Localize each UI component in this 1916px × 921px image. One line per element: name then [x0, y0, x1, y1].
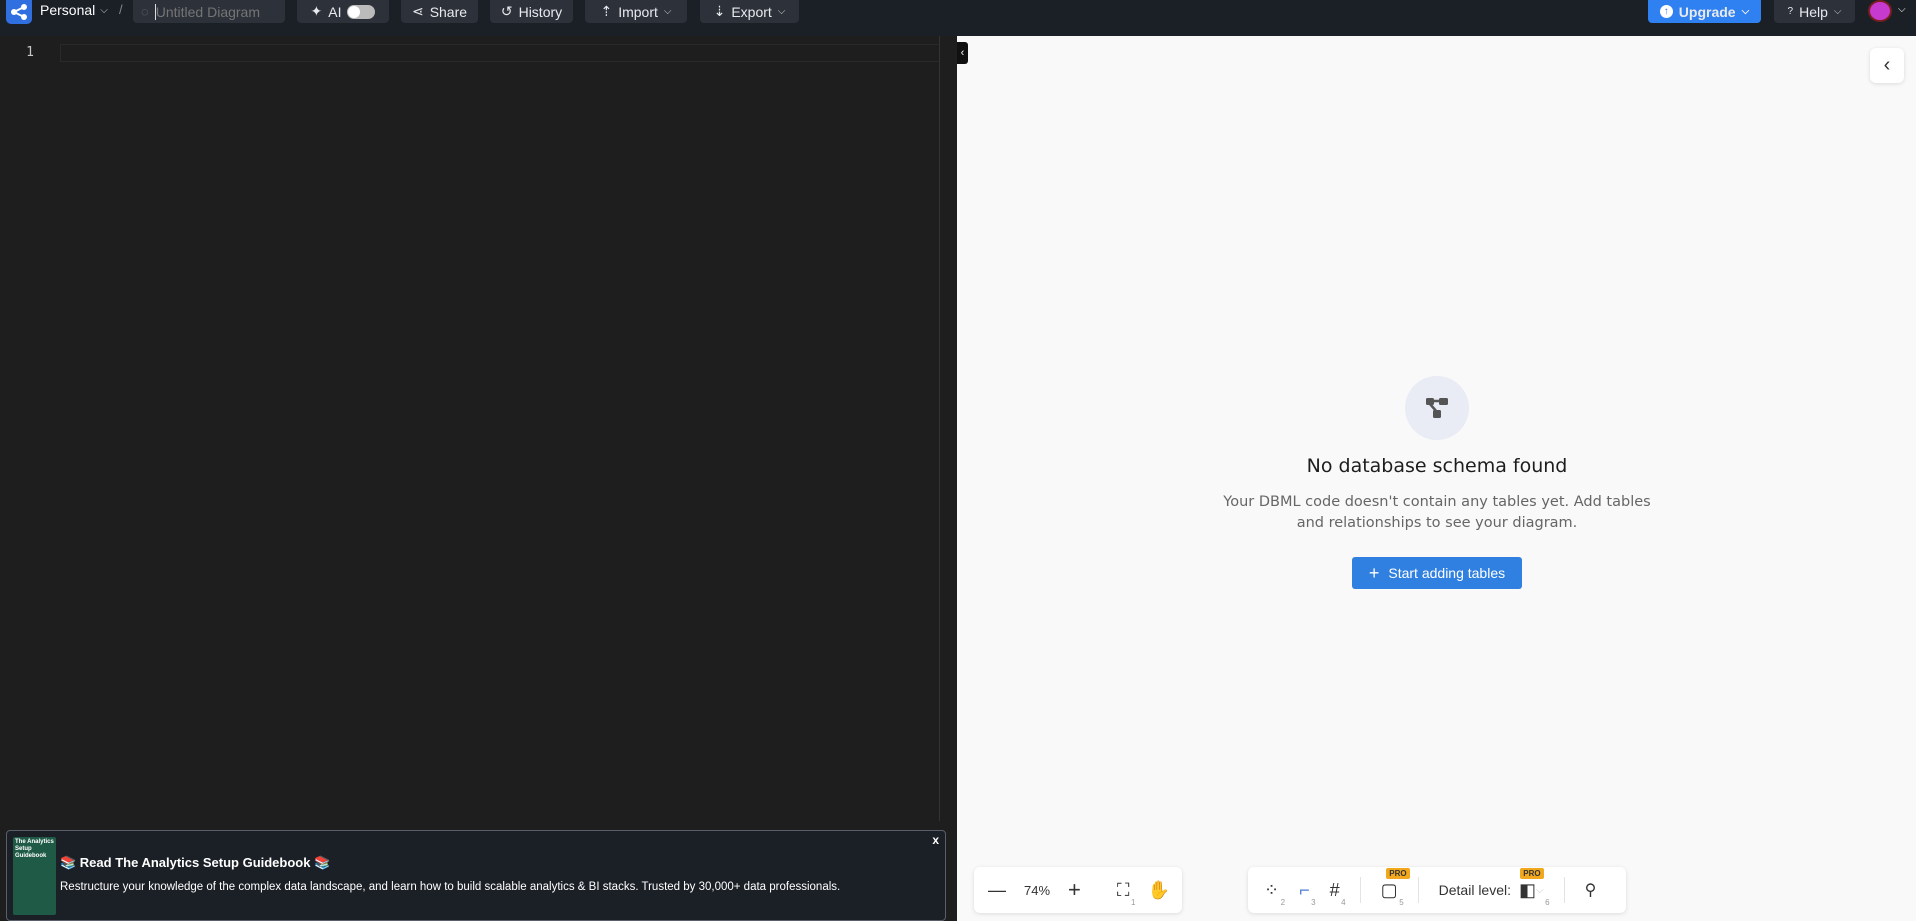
pan-hand-button[interactable]: ✋ [1148, 880, 1170, 901]
question-icon: ? [1787, 6, 1794, 17]
workspace-selector[interactable]: Personal ⌵ [40, 2, 108, 18]
help-button[interactable]: ? Help ⌵ [1774, 0, 1855, 23]
divider [1417, 877, 1419, 903]
divider [1359, 877, 1361, 903]
workspace-label: Personal [40, 2, 96, 18]
share-label: Share [429, 3, 468, 20]
pro-badge: PRO [1386, 867, 1410, 879]
chevron-down-icon[interactable]: ⌵ [1898, 4, 1906, 15]
nodes-icon: ⁘ [1264, 879, 1280, 900]
divider [1563, 877, 1565, 903]
fit-view-icon: ⛶ [1116, 879, 1130, 900]
zoom-in-button[interactable]: + [1068, 877, 1081, 903]
close-banner-button[interactable]: x [932, 833, 939, 847]
export-label: Export [731, 3, 772, 20]
start-adding-tables-button[interactable]: + Start adding tables [1352, 557, 1522, 589]
detail-level-dropdown[interactable]: ◧ ⌵ PRO 6 [1519, 867, 1550, 907]
upgrade-label: Upgrade [1678, 3, 1736, 20]
pro-badge: PRO [1520, 867, 1544, 879]
grid-button[interactable]: #4 [1329, 879, 1346, 907]
upload-icon: ⇡ [600, 3, 613, 19]
breadcrumb-separator: / [119, 2, 123, 17]
collapse-editor-handle[interactable]: ‹ [957, 42, 968, 64]
chevron-down-icon: ⌵ [100, 4, 108, 16]
empty-state-description: Your DBML code doesn't contain any table… [1223, 494, 1651, 531]
shortcut-hint: 3 [1311, 897, 1316, 907]
chevron-down-icon: ⌵ [777, 6, 786, 17]
banner-title[interactable]: 📚 Read The Analytics Setup Guidebook 📚 [60, 855, 330, 871]
editor-line: 1 [0, 44, 940, 62]
ai-label: AI [328, 3, 342, 20]
line-number: 1 [26, 45, 34, 60]
import-button[interactable]: ⇡ Import ⌵ [585, 0, 687, 23]
diagram-name-field[interactable]: ◌ [133, 0, 285, 23]
import-label: Import [618, 3, 658, 20]
toggle-right-panel-button[interactable]: ‹ [1870, 48, 1904, 83]
plus-icon: + [1368, 562, 1380, 583]
hash-icon: # [1329, 879, 1340, 900]
shortcut-hint: 5 [1399, 897, 1404, 907]
top-bar: Personal ⌵ / ◌ ✦ AI ⋖ Share ↺ History ⇡ Impor… [0, 0, 1916, 36]
history-label: History [518, 3, 563, 20]
app-logo[interactable] [6, 0, 32, 24]
schema-icon [1405, 376, 1469, 440]
shortcut-hint: 6 [1545, 897, 1550, 907]
table-layout-icon: ◧ [1519, 879, 1537, 900]
view-toolbar: ⁘ 2 ⌐ 3 #4 ▢ PRO 5 Detail level: ◧ ⌵ PRO 6 ⚲ [1248, 867, 1626, 913]
ad-banner[interactable]: The Analytics Setup Guidebook 📚 Read The… [6, 830, 946, 921]
shortcut-hint: 1 [1131, 897, 1136, 907]
chevron-down-icon: ⌵ [1536, 884, 1544, 896]
diagram-canvas[interactable] [957, 36, 1916, 921]
ai-toggle[interactable]: ✦ AI [297, 0, 389, 23]
fit-view-button[interactable]: ⛶ 1 [1116, 879, 1136, 907]
start-adding-tables-label: Start adding tables [1388, 565, 1506, 581]
guidebook-thumbnail: The Analytics Setup Guidebook [13, 837, 56, 915]
relationship-lines-button[interactable]: ⌐ 3 [1299, 879, 1316, 907]
history-button[interactable]: ↺ History [490, 0, 573, 23]
shortcut-hint: 2 [1280, 897, 1286, 907]
chevron-down-icon: ⌵ [663, 6, 672, 17]
user-avatar[interactable] [1868, 0, 1892, 22]
share-nodes-icon [11, 4, 27, 20]
diagram-name-input[interactable] [154, 3, 270, 20]
banner-description: Restructure your knowledge of the comple… [60, 881, 841, 893]
sparkle-icon: ✦ [310, 3, 323, 19]
history-icon: ↺ [500, 3, 513, 19]
search-button[interactable]: ⚲ [1585, 880, 1597, 900]
upgrade-button[interactable]: ↑ Upgrade ⌵ [1648, 0, 1761, 23]
share-button[interactable]: ⋖ Share [401, 0, 478, 23]
loading-spinner-icon: ◌ [141, 4, 149, 19]
connector-icon: ⌐ [1299, 879, 1310, 900]
share-icon: ⋖ [411, 3, 424, 19]
auto-arrange-button[interactable]: ⁘ 2 [1264, 879, 1285, 907]
empty-state-title: No database schema found [1306, 455, 1568, 477]
shortcut-hint: 4 [1341, 897, 1346, 907]
chevron-down-icon: ⌵ [1833, 6, 1842, 17]
zoom-level: 74% [1024, 882, 1051, 898]
help-label: Help [1799, 3, 1828, 20]
download-icon: ⇣ [713, 3, 726, 19]
thumbnail-title: The Analytics Setup Guidebook [15, 839, 54, 859]
detail-level-label: Detail level: [1438, 882, 1512, 898]
chevron-left-icon: ‹ [1883, 54, 1891, 76]
arrow-up-circle-icon: ↑ [1659, 5, 1673, 18]
editor-scrollbar[interactable] [939, 36, 940, 821]
current-line[interactable] [60, 44, 940, 62]
toggle-switch[interactable] [347, 4, 376, 19]
note-icon: ▢ [1380, 879, 1398, 900]
zoom-toolbar: — 74% + ⛶ 1 ✋ [974, 867, 1182, 913]
search-icon: ⚲ [1584, 882, 1597, 899]
chevron-left-icon: ‹ [960, 47, 965, 59]
chevron-down-icon: ⌵ [1741, 6, 1750, 17]
code-editor[interactable]: 1 [0, 36, 957, 921]
export-button[interactable]: ⇣ Export ⌵ [700, 0, 799, 23]
sticky-note-button[interactable]: ▢ PRO 5 [1380, 867, 1410, 907]
zoom-out-button[interactable]: — [988, 880, 1006, 901]
